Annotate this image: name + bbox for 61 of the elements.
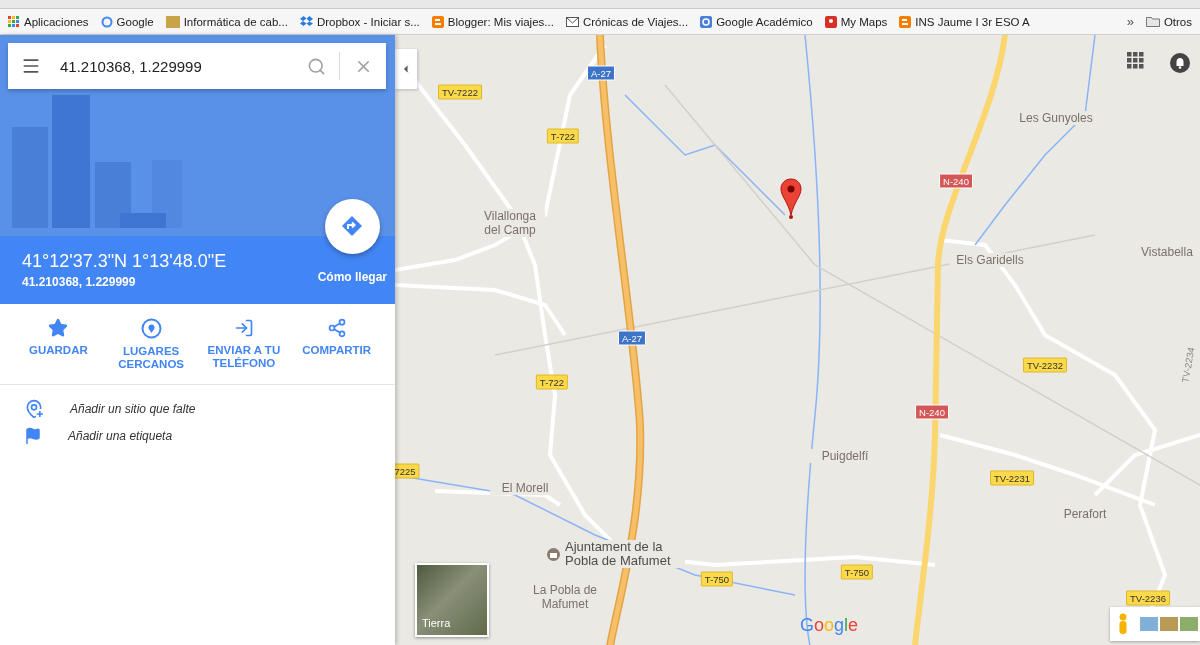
road-number: TV-2234	[1178, 345, 1198, 386]
bookmark-folder[interactable]: Otros	[1145, 15, 1192, 28]
share-icon	[326, 318, 347, 338]
search-icon	[306, 56, 326, 76]
road-number: TV-2236	[1126, 590, 1170, 606]
bookmark-link[interactable]: My Maps	[824, 15, 888, 28]
road-number: TV-2232	[1023, 357, 1067, 373]
action-button[interactable]: COMPARTIR	[295, 304, 378, 384]
menu-icon	[21, 56, 41, 76]
road-number: N-240	[939, 173, 973, 189]
bookmark-link[interactable]: Dropbox - Iniciar s...	[299, 15, 420, 28]
action-button[interactable]: GUARDAR	[17, 304, 100, 384]
site-icon	[165, 15, 180, 28]
bell-icon	[1170, 53, 1190, 73]
road-number: N-240	[915, 404, 949, 420]
blog-icon	[431, 15, 444, 28]
envelope-icon	[565, 15, 579, 28]
road-number: T-750	[700, 571, 734, 587]
pin-plus-icon	[24, 399, 44, 419]
scholar-icon	[700, 15, 713, 28]
blog-icon	[899, 15, 912, 28]
bookmark-link[interactable]: INS Jaume I 3r ESO A	[899, 15, 1030, 28]
apps-grid-icon	[1127, 52, 1144, 69]
action-button[interactable]: ENVIAR A TU TELÉFONO	[202, 304, 285, 384]
bookmark-link[interactable]: Crónicas de Viajes...	[565, 15, 689, 28]
bookmark-link[interactable]: Google	[100, 15, 154, 28]
pin-in-circle-icon	[140, 318, 162, 339]
coordinates-title: 41°12'37.3"N 1°13'48.0"E	[22, 251, 227, 272]
notifications-button[interactable]	[1170, 53, 1190, 73]
decimal-coordinates: 41.210368, 1.229999	[22, 275, 137, 289]
send-to-phone-icon	[233, 318, 254, 338]
flag-icon	[24, 427, 42, 445]
pegman-icon	[1118, 613, 1128, 635]
imagery-thumbnails-icon	[1140, 617, 1200, 631]
road-number: 7225	[395, 463, 420, 479]
road-number: A-27	[617, 330, 647, 346]
google-logo: Google	[800, 615, 859, 636]
road-number: T-750	[840, 564, 874, 580]
directions-link[interactable]: Cómo llegar	[317, 269, 387, 284]
box-icon	[299, 15, 313, 28]
folder-icon	[1145, 16, 1160, 27]
more-bookmarks-button[interactable]: »	[1126, 14, 1134, 29]
search-box[interactable]: 41.210368, 1.229999	[8, 43, 386, 89]
bookmark-link[interactable]: Blogger: Mis viajes...	[431, 15, 554, 28]
road-number: T-722	[535, 374, 569, 390]
apps-button[interactable]	[1127, 52, 1144, 69]
road-number: TV-2231	[990, 470, 1034, 486]
bookmark-link[interactable]: Aplicaciones	[8, 15, 89, 28]
star-icon	[48, 318, 69, 338]
action-button[interactable]: LUGARES CERCANOS	[110, 304, 193, 384]
road-number: A-27	[586, 65, 616, 81]
town-hall-icon	[547, 548, 560, 561]
directions-icon	[342, 216, 363, 236]
bookmark-link[interactable]: Google Académico	[700, 15, 813, 28]
add-link[interactable]: Añadir un sitio que falte	[24, 399, 371, 419]
place-label[interactable]: Ajuntament de la Pobla de Mafumet	[565, 540, 685, 568]
apps-grid-icon	[8, 15, 20, 28]
bookmark-link[interactable]: Informática de cab...	[165, 15, 288, 28]
add-link[interactable]: Añadir una etiqueta	[24, 427, 371, 445]
road-number: T-722	[546, 128, 580, 144]
road-number: TV-7222	[438, 84, 482, 100]
